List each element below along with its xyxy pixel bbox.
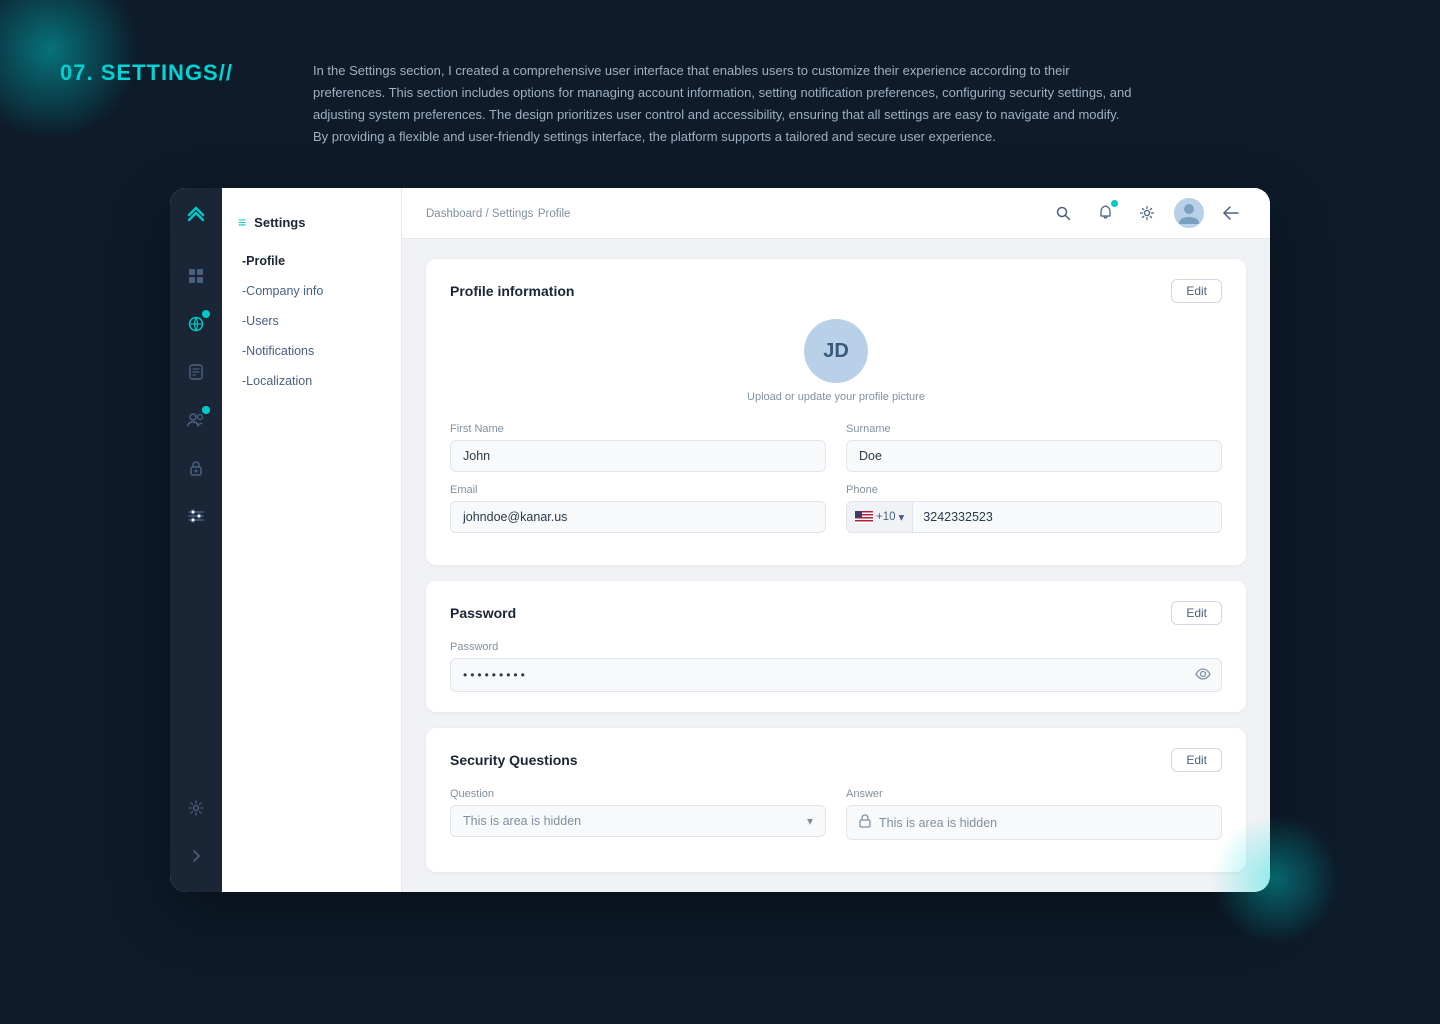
question-select[interactable]: This is area is hidden <box>463 814 807 828</box>
surname-label: Surname <box>846 423 1222 435</box>
bottom-icons <box>178 788 214 876</box>
answer-label: Answer <box>846 788 1222 800</box>
security-card-header: Security Questions Edit <box>450 748 1222 772</box>
settings-nav-company[interactable]: -Company info <box>222 276 401 306</box>
answer-wrapper: This is area is hidden <box>846 805 1222 840</box>
name-row: First Name Surname <box>450 423 1222 472</box>
question-select-wrapper: This is area is hidden ▾ <box>450 805 826 837</box>
bell-badge <box>1111 200 1118 207</box>
settings-nav-localization[interactable]: -Localization <box>222 366 401 396</box>
nav-icon-users[interactable] <box>178 402 214 438</box>
surname-input[interactable] <box>846 440 1222 472</box>
question-chevron-icon: ▾ <box>807 814 813 828</box>
first-name-input[interactable] <box>450 440 826 472</box>
security-edit-button[interactable]: Edit <box>1171 748 1222 772</box>
main-content: Dashboard / Settings Profile <box>402 188 1270 892</box>
gear-button[interactable] <box>1132 198 1162 228</box>
question-label: Question <box>450 788 826 800</box>
section-title: SETTINGS// <box>101 60 233 85</box>
security-card-title: Security Questions <box>450 752 578 768</box>
profile-edit-button[interactable]: Edit <box>1171 279 1222 303</box>
answer-text: This is area is hidden <box>879 816 997 830</box>
phone-label: Phone <box>846 484 1222 496</box>
phone-dropdown-icon: ▾ <box>899 510 905 524</box>
answer-group: Answer This is area is hidden <box>846 788 1222 840</box>
nav-icon-globe-badge <box>202 310 210 318</box>
phone-prefix: +10 <box>876 511 896 523</box>
profile-card-header: Profile information Edit <box>450 279 1222 303</box>
password-dots: ••••••••• <box>451 660 1185 690</box>
search-button[interactable] <box>1048 198 1078 228</box>
nav-icon-sliders[interactable] <box>178 498 214 534</box>
password-label: Password <box>450 641 1222 653</box>
back-button[interactable] <box>1216 198 1246 228</box>
contact-row: Email Phone <box>450 484 1222 533</box>
password-toggle-icon[interactable] <box>1185 659 1221 691</box>
security-row: Question This is area is hidden ▾ Answer <box>450 788 1222 840</box>
settings-nav-notifications[interactable]: -Notifications <box>222 336 401 366</box>
first-name-label: First Name <box>450 423 826 435</box>
profile-avatar-section: JD Upload or update your profile picture <box>450 319 1222 403</box>
header-section: 07. SETTINGS// In the Settings section, … <box>0 0 1440 178</box>
header-description: In the Settings section, I created a com… <box>313 60 1133 148</box>
password-wrapper: ••••••••• <box>450 658 1222 692</box>
app-container: ≡ Settings -Profile -Company info -Users… <box>170 188 1270 892</box>
menu-icon: ≡ <box>238 214 246 230</box>
nav-icon-users-badge <box>202 406 210 414</box>
breadcrumb: Dashboard / Settings Profile <box>426 204 570 222</box>
avatar-hint: Upload or update your profile picture <box>747 391 925 403</box>
question-group: Question This is area is hidden ▾ <box>450 788 826 840</box>
settings-sidebar-title: Settings <box>254 215 305 230</box>
email-group: Email <box>450 484 826 533</box>
settings-header: ≡ Settings <box>222 204 401 246</box>
nav-icon-lock[interactable] <box>178 450 214 486</box>
settings-nav-profile[interactable]: -Profile <box>222 246 401 276</box>
avatar[interactable]: JD <box>804 319 868 383</box>
security-card: Security Questions Edit Question This is… <box>426 728 1246 872</box>
phone-group: Phone <box>846 484 1222 533</box>
settings-nav-users[interactable]: -Users <box>222 306 401 336</box>
settings-sidebar: ≡ Settings -Profile -Company info -Users… <box>222 188 402 892</box>
section-number: 07. <box>60 60 94 85</box>
password-group: Password ••••••••• <box>450 641 1222 692</box>
nav-icon-chevron-right[interactable] <box>178 838 214 874</box>
answer-lock-icon <box>859 814 871 831</box>
password-card-title: Password <box>450 605 516 621</box>
nav-icon-document[interactable] <box>178 354 214 390</box>
icon-sidebar <box>170 188 222 892</box>
page-section-title: 07. SETTINGS// <box>60 60 233 86</box>
breadcrumb-current: Profile <box>538 208 571 220</box>
nav-icon-grid[interactable] <box>178 258 214 294</box>
top-bar-actions <box>1048 198 1246 228</box>
profile-card-title: Profile information <box>450 283 574 299</box>
password-card: Password Edit Password ••••••••• <box>426 581 1246 712</box>
phone-number-input[interactable] <box>913 502 1221 532</box>
top-bar: Dashboard / Settings Profile <box>402 188 1270 239</box>
phone-flag-selector[interactable]: +10 ▾ <box>847 502 913 532</box>
content-area: Profile information Edit JD Upload or up… <box>402 239 1270 892</box>
bell-button[interactable] <box>1090 198 1120 228</box>
phone-input-wrapper: +10 ▾ <box>846 501 1222 533</box>
email-label: Email <box>450 484 826 496</box>
nav-icon-globe[interactable] <box>178 306 214 342</box>
password-card-header: Password Edit <box>450 601 1222 625</box>
first-name-group: First Name <box>450 423 826 472</box>
brand-icon <box>185 204 207 232</box>
password-edit-button[interactable]: Edit <box>1171 601 1222 625</box>
user-avatar[interactable] <box>1174 198 1204 228</box>
nav-icon-settings-bottom[interactable] <box>178 790 214 826</box>
email-input[interactable] <box>450 501 826 533</box>
profile-info-card: Profile information Edit JD Upload or up… <box>426 259 1246 565</box>
breadcrumb-path: Dashboard / Settings <box>426 208 533 220</box>
surname-group: Surname <box>846 423 1222 472</box>
